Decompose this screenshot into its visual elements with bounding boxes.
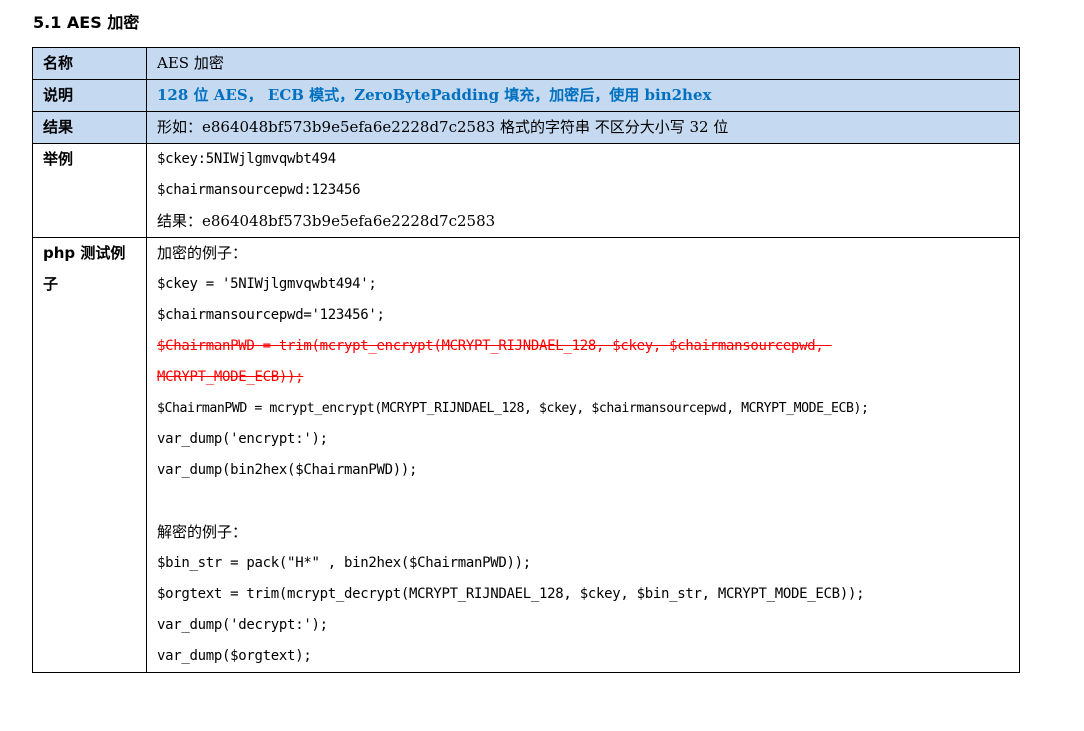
code-line-struck-1: $ChairmanPWD = trim(mcrypt_encrypt(MCRYP… bbox=[157, 338, 832, 354]
row-example: 举例 $ckey:5NIWjlgmvqwbt494 $chairmansourc… bbox=[32, 143, 1020, 238]
row-result: 结果 形如：e864048bf573b9e5efa6e2228d7c2583 格… bbox=[32, 111, 1020, 144]
example-line-pwd: $chairmansourcepwd:123456 bbox=[157, 182, 361, 198]
label-name: 名称 bbox=[32, 47, 147, 80]
label-php: php 测试例 子 bbox=[32, 237, 147, 673]
code-line-dump-bin2hex: var_dump(bin2hex($ChairmanPWD)); bbox=[157, 462, 418, 478]
code-line-struck-2: MCRYPT_MODE_ECB)); bbox=[157, 369, 304, 385]
code-line-orgtext: $orgtext = trim(mcrypt_decrypt(MCRYPT_RI… bbox=[157, 586, 865, 602]
row-desc: 说明 128 位 AES， ECB 模式，ZeroBytePadding 填充，… bbox=[32, 79, 1020, 112]
code-line-dump-orgtext: var_dump($orgtext); bbox=[157, 648, 312, 664]
code-line-binstr: $bin_str = pack("H*" , bin2hex($Chairman… bbox=[157, 555, 531, 571]
decrypt-heading: 解密的例子： bbox=[157, 523, 248, 541]
label-desc: 说明 bbox=[32, 79, 147, 112]
row-php: php 测试例 子 加密的例子： $ckey = '5NIWjlgmvqwbt4… bbox=[32, 237, 1020, 673]
code-line-pwd: $chairmansourcepwd='123456'; bbox=[157, 307, 385, 323]
code-line-encrypt: $ChairmanPWD = mcrypt_encrypt(MCRYPT_RIJ… bbox=[157, 401, 869, 416]
label-php-line1: php 测试例 bbox=[43, 244, 126, 262]
label-result: 结果 bbox=[32, 111, 147, 144]
encrypt-heading: 加密的例子： bbox=[157, 244, 248, 262]
section-title: 5.1 AES 加密 bbox=[33, 13, 140, 32]
label-php-line2: 子 bbox=[43, 275, 59, 293]
value-name: AES 加密 bbox=[146, 47, 1020, 80]
code-line-ckey: $ckey = '5NIWjlgmvqwbt494'; bbox=[157, 276, 377, 292]
value-result: 形如：e864048bf573b9e5efa6e2228d7c2583 格式的字… bbox=[146, 111, 1020, 144]
code-line-dump-encrypt: var_dump('encrypt:'); bbox=[157, 431, 328, 447]
value-php: 加密的例子： $ckey = '5NIWjlgmvqwbt494'; $chai… bbox=[146, 237, 1020, 673]
value-desc: 128 位 AES， ECB 模式，ZeroBytePadding 填充，加密后… bbox=[146, 79, 1020, 112]
example-line-result: 结果：e864048bf573b9e5efa6e2228d7c2583 bbox=[157, 212, 496, 230]
label-example: 举例 bbox=[32, 143, 147, 238]
example-line-ckey: $ckey:5NIWjlgmvqwbt494 bbox=[157, 151, 336, 167]
code-line-dump-decrypt: var_dump('decrypt:'); bbox=[157, 617, 328, 633]
row-name: 名称 AES 加密 bbox=[32, 47, 1020, 80]
aes-spec-table: 名称 AES 加密 说明 128 位 AES， ECB 模式，ZeroByteP… bbox=[32, 47, 1020, 673]
value-example: $ckey:5NIWjlgmvqwbt494 $chairmansourcepw… bbox=[146, 143, 1020, 238]
